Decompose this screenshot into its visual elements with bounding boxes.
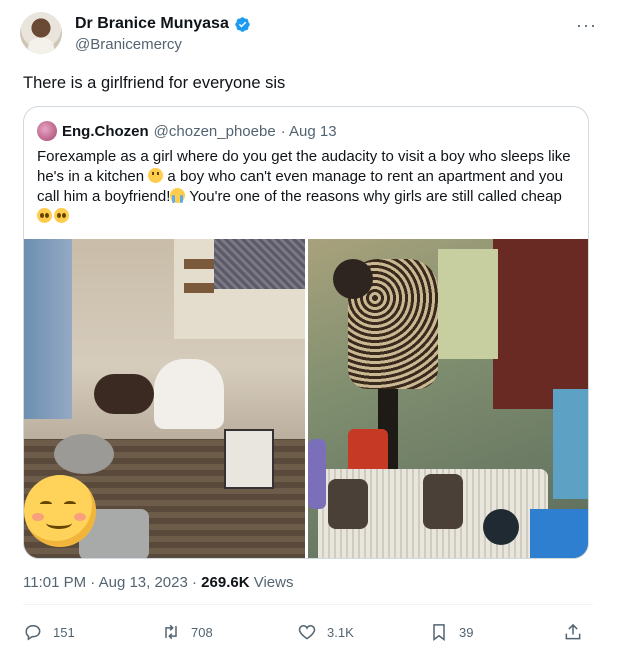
- pleading-emoji-icon: [54, 208, 69, 223]
- share-button[interactable]: [563, 622, 583, 642]
- bookmark-icon: [433, 624, 445, 641]
- author-display-name[interactable]: Dr Branice Munyasa: [75, 15, 229, 33]
- smiling-emoji-icon: [24, 475, 96, 547]
- quote-media: [24, 239, 588, 558]
- author-handle[interactable]: @Branicemercy: [75, 36, 182, 53]
- quoted-tweet-card[interactable]: Eng.Chozen @chozen_phoebe · Aug 13 Forex…: [23, 106, 589, 559]
- pleading-emoji-icon: [37, 208, 52, 223]
- thinking-emoji-icon: [148, 168, 164, 183]
- reply-count: 151: [53, 624, 75, 640]
- author-name-row: Dr Branice Munyasa: [75, 15, 251, 33]
- quote-avatar: [37, 121, 57, 141]
- heart-icon: [298, 624, 316, 640]
- bookmark-count: 39: [459, 624, 474, 640]
- verified-badge-icon: [235, 16, 250, 32]
- tweet: Dr Branice Munyasa @Branicemercy ··· The…: [0, 0, 617, 668]
- more-options-icon[interactable]: ···: [576, 16, 597, 34]
- reply-icon: [25, 625, 41, 641]
- like-button[interactable]: 3.1K: [297, 622, 354, 642]
- views-count: 269.6K: [201, 574, 250, 591]
- crying-emoji-icon: [170, 188, 186, 203]
- author-avatar[interactable]: [20, 12, 62, 54]
- retweet-icon: [165, 624, 177, 640]
- kitchen-photo[interactable]: [24, 239, 305, 558]
- quote-text-part3: You're one of the reasons why girls are …: [185, 188, 562, 205]
- tweet-actions: 151 708 3.1K 39: [23, 614, 593, 652]
- tweet-timestamp[interactable]: 11:01 PM · Aug 13, 2023 ·: [23, 574, 201, 591]
- quote-text: Forexample as a girl where do you get th…: [37, 147, 577, 227]
- retweet-count: 708: [191, 624, 213, 640]
- share-icon: [565, 623, 581, 640]
- views-label: Views: [249, 574, 294, 591]
- tweet-meta: 11:01 PM · Aug 13, 2023 · 269.6K Views: [23, 574, 293, 591]
- quote-handle: @chozen_phoebe: [153, 122, 276, 140]
- quote-header: Eng.Chozen @chozen_phoebe · Aug 13: [37, 121, 337, 141]
- quote-display-name: Eng.Chozen: [62, 122, 149, 140]
- divider: [23, 604, 593, 605]
- like-count: 3.1K: [327, 624, 354, 640]
- bookmark-button[interactable]: 39: [429, 622, 473, 642]
- reply-button[interactable]: 151: [23, 622, 75, 642]
- quote-date: · Aug 13: [280, 122, 337, 140]
- room-photo[interactable]: [308, 239, 588, 558]
- tweet-text: There is a girlfriend for everyone sis: [23, 74, 286, 92]
- retweet-button[interactable]: 708: [161, 622, 213, 642]
